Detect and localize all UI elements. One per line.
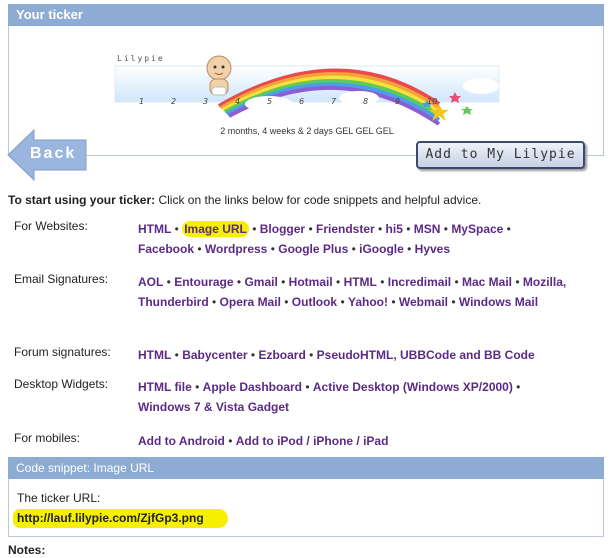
link-babycenter[interactable]: Babycenter [182, 348, 247, 362]
ticker-number: 10 [427, 97, 437, 106]
link-separator: • [451, 275, 462, 289]
link-separator: • [208, 295, 220, 309]
section-label: Email Signatures: [14, 272, 109, 286]
ticker-image: 1 2 3 4 5 6 7 8 9 10 Lilypie 2 months, 4 weeks & … [109, 46, 505, 146]
section-label: For mobiles: [14, 431, 81, 445]
link-add-to-android[interactable]: Add to Android [138, 434, 225, 448]
link-igoogle[interactable]: iGoogle [359, 242, 404, 256]
notes-label: Notes: [8, 543, 46, 557]
section-label: For Websites: [14, 219, 88, 233]
rainbow-ticker-graphic: 1 2 3 4 5 6 7 8 9 10 [114, 55, 500, 126]
link-windows-mail[interactable]: Windows Mail [459, 295, 538, 309]
link-separator: • [163, 275, 175, 289]
link-hyves[interactable]: Hyves [415, 242, 450, 256]
snippet-header: Code snippet: Image URL [8, 457, 604, 479]
ticker-number: 3 [203, 97, 208, 106]
link-yahoo[interactable]: Yahoo! [348, 295, 388, 309]
section-links: HTML file • Apple Dashboard • Active Des… [138, 377, 568, 417]
link-incredimail[interactable]: Incredimail [388, 275, 451, 289]
link-hi5[interactable]: hi5 [386, 222, 403, 236]
link-hotmail[interactable]: Hotmail [289, 275, 333, 289]
link-separator: • [440, 222, 452, 236]
section-label: Desktop Widgets: [14, 377, 109, 391]
link-separator: • [280, 295, 292, 309]
link-opera-mail[interactable]: Opera Mail [220, 295, 281, 309]
link-image-url[interactable]: Image URL [182, 221, 249, 237]
link-separator: • [302, 380, 313, 394]
link-separator: • [376, 275, 388, 289]
link-google-plus[interactable]: Google Plus [278, 242, 348, 256]
link-active-desktop-windows-xp-2000[interactable]: Active Desktop (Windows XP/2000) [313, 380, 513, 394]
section-label: Forum signatures: [14, 345, 111, 359]
baby-icon [206, 55, 232, 96]
link-separator: • [305, 348, 317, 362]
link-entourage[interactable]: Entourage [174, 275, 233, 289]
link-separator: • [402, 222, 414, 236]
intro-text: To start using your ticker: Click on the… [8, 193, 482, 207]
link-blogger[interactable]: Blogger [260, 222, 305, 236]
link-wordpress[interactable]: Wordpress [205, 242, 267, 256]
ticker-number: 6 [299, 97, 304, 106]
ticker-number: 9 [395, 97, 400, 106]
ticker-number: 5 [267, 97, 272, 106]
section-links: Add to Android • Add to iPod / iPhone / … [138, 431, 568, 451]
section-links: AOL • Entourage • Gmail • Hotmail • HTML… [138, 272, 568, 312]
link-separator: • [337, 295, 348, 309]
link-separator: • [171, 222, 183, 236]
link-outlook[interactable]: Outlook [292, 295, 337, 309]
link-separator: • [267, 242, 279, 256]
ticker-number: 4 [235, 97, 240, 106]
link-ezboard[interactable]: Ezboard [258, 348, 305, 362]
link-facebook[interactable]: Facebook [138, 242, 194, 256]
link-separator: • [248, 222, 260, 236]
link-separator: • [503, 222, 511, 236]
link-mac-mail[interactable]: Mac Mail [462, 275, 512, 289]
link-aol[interactable]: AOL [138, 275, 163, 289]
link-separator: • [512, 380, 521, 394]
section-links: HTML • Babycenter • Ezboard • PseudoHTML… [138, 345, 568, 365]
link-friendster[interactable]: Friendster [316, 222, 375, 236]
link-separator: • [332, 275, 344, 289]
ticker-number: 2 [171, 97, 176, 106]
link-separator: • [374, 222, 386, 236]
link-separator: • [448, 295, 459, 309]
link-webmail[interactable]: Webmail [399, 295, 448, 309]
ticker-caption: 2 months, 4 weeks & 2 days GEL GEL GEL [220, 126, 394, 136]
ticker-panel-header: Your ticker [8, 4, 604, 26]
link-separator: • [305, 222, 316, 236]
ticker-url-value[interactable]: http://lauf.lilypie.com/ZjfGp3.png [13, 509, 228, 528]
link-separator: • [191, 380, 203, 394]
link-add-to-ipod-iphone-ipad[interactable]: Add to iPod / iPhone / iPad [236, 434, 389, 448]
link-separator: • [194, 242, 205, 256]
link-html[interactable]: HTML [138, 222, 171, 236]
link-myspace[interactable]: MySpace [451, 222, 503, 236]
ticker-number: 8 [363, 97, 368, 106]
add-to-lilypie-button[interactable]: Add to My Lilypie [416, 141, 585, 169]
link-separator: • [224, 434, 236, 448]
back-label[interactable]: Back [30, 145, 76, 163]
lilypie-brand: Lilypie [117, 54, 165, 63]
link-msn[interactable]: MSN [414, 222, 441, 236]
link-separator: • [233, 275, 245, 289]
link-windows-7-vista-gadget[interactable]: Windows 7 & Vista Gadget [138, 400, 289, 414]
link-html-file[interactable]: HTML file [138, 380, 192, 394]
link-apple-dashboard[interactable]: Apple Dashboard [203, 380, 302, 394]
link-separator: • [403, 242, 415, 256]
snippet-box: The ticker URL: http://lauf.lilypie.com/… [8, 479, 604, 537]
section-links: HTML • Image URL • Blogger • Friendster … [138, 219, 568, 259]
link-gmail[interactable]: Gmail [244, 275, 277, 289]
ticker-number: 1 [139, 97, 144, 106]
link-separator: • [277, 275, 289, 289]
link-pseudohtml-ubbcode-and-bb-code[interactable]: PseudoHTML, UBBCode and BB Code [317, 348, 535, 362]
link-separator: • [512, 275, 523, 289]
link-separator: • [171, 348, 183, 362]
link-separator: • [348, 242, 360, 256]
link-separator: • [388, 295, 399, 309]
ticker-url-label: The ticker URL: [17, 491, 101, 505]
link-html[interactable]: HTML [344, 275, 377, 289]
link-html[interactable]: HTML [138, 348, 171, 362]
ticker-preview-box: 1 2 3 4 5 6 7 8 9 10 Lilypie 2 months, 4 weeks & … [8, 26, 604, 156]
link-separator: • [247, 348, 259, 362]
